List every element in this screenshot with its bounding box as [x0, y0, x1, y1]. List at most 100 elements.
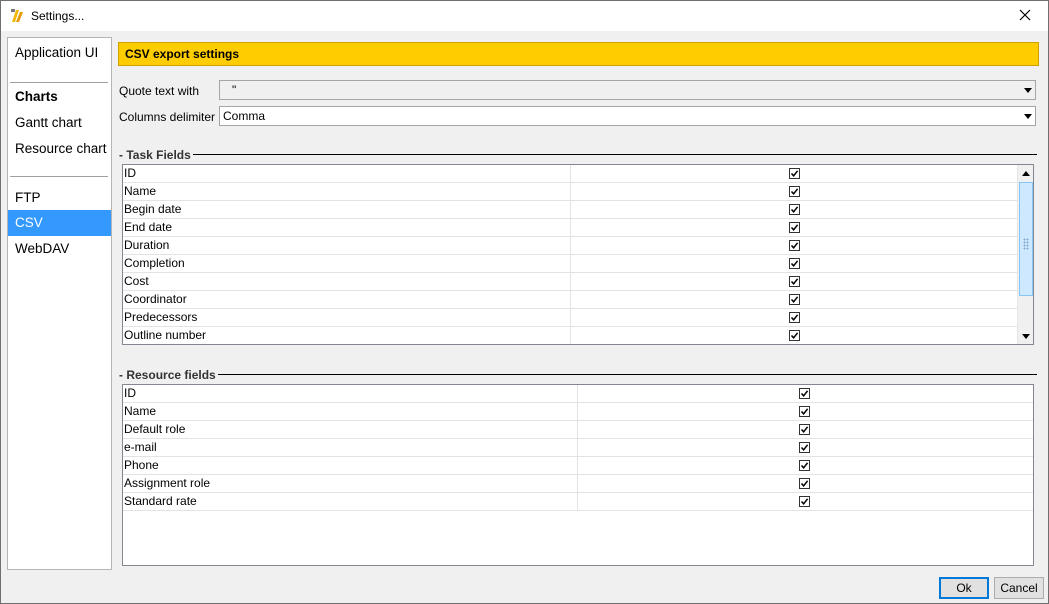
- check-icon: [800, 426, 809, 433]
- table-row: Outline number: [123, 327, 1018, 344]
- column-separator: [570, 309, 571, 326]
- table-row: Completion: [123, 255, 1018, 273]
- close-icon: [1019, 6, 1031, 26]
- scroll-down-button[interactable]: [1018, 328, 1034, 344]
- ok-button[interactable]: Ok: [939, 577, 989, 599]
- check-icon: [790, 332, 799, 339]
- column-separator: [570, 201, 571, 218]
- nav-item-ftp[interactable]: FTP: [8, 185, 111, 211]
- group-divider: [119, 374, 1037, 375]
- field-name: Name: [124, 404, 157, 418]
- table-row: Coordinator: [123, 291, 1018, 309]
- table-row: ID: [123, 385, 1033, 403]
- check-icon: [800, 462, 809, 469]
- delimiter-select[interactable]: Comma: [219, 106, 1036, 126]
- field-name: Standard rate: [124, 494, 197, 508]
- check-icon: [800, 390, 809, 397]
- column-separator: [577, 403, 578, 420]
- app-icon: [10, 8, 24, 23]
- include-checkbox[interactable]: [799, 406, 810, 417]
- table-row: Assignment role: [123, 475, 1033, 493]
- include-checkbox[interactable]: [799, 460, 810, 471]
- check-icon: [800, 480, 809, 487]
- chevron-down-icon: [1024, 114, 1032, 119]
- table-row: Standard rate: [123, 493, 1033, 511]
- nav-item-webdav[interactable]: WebDAV: [8, 236, 111, 262]
- quote-select[interactable]: ": [219, 80, 1036, 100]
- check-icon: [790, 278, 799, 285]
- include-checkbox[interactable]: [789, 240, 800, 251]
- check-icon: [790, 188, 799, 195]
- table-row: e-mail: [123, 439, 1033, 457]
- field-name: Cost: [124, 274, 149, 288]
- include-checkbox[interactable]: [789, 258, 800, 269]
- nav-item-csv[interactable]: CSV: [8, 210, 111, 236]
- column-separator: [570, 327, 571, 344]
- check-icon: [790, 314, 799, 321]
- include-checkbox[interactable]: [799, 496, 810, 507]
- include-checkbox[interactable]: [789, 294, 800, 305]
- resource-fields-title: - Resource fields: [119, 368, 218, 382]
- table-row: Default role: [123, 421, 1033, 439]
- field-name: Completion: [124, 256, 185, 270]
- table-row: Duration: [123, 237, 1018, 255]
- field-name: Coordinator: [124, 292, 187, 306]
- close-button[interactable]: [1002, 1, 1048, 31]
- column-separator: [570, 165, 571, 182]
- delimiter-label: Columns delimiter: [119, 110, 216, 124]
- check-icon: [790, 296, 799, 303]
- field-name: Assignment role: [124, 476, 211, 490]
- title-bar: Settings...: [1, 1, 1048, 31]
- field-name: Predecessors: [124, 310, 198, 324]
- column-separator: [577, 457, 578, 474]
- group-divider: [119, 154, 1037, 155]
- field-name: ID: [124, 166, 136, 180]
- include-checkbox[interactable]: [799, 478, 810, 489]
- scroll-up-button[interactable]: [1018, 165, 1034, 181]
- chevron-down-icon: [1022, 333, 1030, 339]
- check-icon: [790, 170, 799, 177]
- column-separator: [570, 183, 571, 200]
- field-name: Begin date: [124, 202, 182, 216]
- chevron-up-icon: [1022, 170, 1030, 176]
- include-checkbox[interactable]: [789, 204, 800, 215]
- include-checkbox[interactable]: [789, 186, 800, 197]
- column-separator: [570, 273, 571, 290]
- nav-item-charts[interactable]: Charts: [8, 84, 111, 110]
- check-icon: [800, 408, 809, 415]
- settings-window: Settings... Application UI Charts Gantt …: [0, 0, 1049, 604]
- nav-item-gantt-chart[interactable]: Gantt chart: [8, 110, 111, 136]
- include-checkbox[interactable]: [799, 442, 810, 453]
- include-checkbox[interactable]: [799, 424, 810, 435]
- nav-item-resource-chart[interactable]: Resource chart: [8, 136, 111, 162]
- column-separator: [577, 421, 578, 438]
- cancel-button[interactable]: Cancel: [994, 577, 1044, 599]
- resource-fields-grid: ID Name Default role e-mail Phone Assignment …: [122, 384, 1034, 566]
- column-separator: [577, 439, 578, 456]
- table-row: Name: [123, 183, 1018, 201]
- include-checkbox[interactable]: [789, 222, 800, 233]
- field-name: Name: [124, 184, 157, 198]
- include-checkbox[interactable]: [789, 168, 800, 179]
- check-icon: [790, 224, 799, 231]
- task-fields-grid: ID Name Begin date End date Duration Completi…: [122, 164, 1034, 345]
- column-separator: [570, 219, 571, 236]
- check-icon: [790, 260, 799, 267]
- include-checkbox[interactable]: [789, 276, 800, 287]
- include-checkbox[interactable]: [789, 330, 800, 341]
- column-separator: [570, 237, 571, 254]
- check-icon: [800, 498, 809, 505]
- quote-value: ": [232, 83, 237, 97]
- field-name: Default role: [124, 422, 186, 436]
- nav-item-application-ui[interactable]: Application UI: [8, 40, 111, 66]
- column-separator: [577, 475, 578, 492]
- window-title: Settings...: [31, 9, 85, 23]
- column-separator: [570, 291, 571, 308]
- include-checkbox[interactable]: [789, 312, 800, 323]
- nav-divider: [10, 82, 108, 83]
- scroll-thumb[interactable]: [1019, 182, 1033, 296]
- include-checkbox[interactable]: [799, 388, 810, 399]
- table-row: Predecessors: [123, 309, 1018, 327]
- task-grid-scrollbar[interactable]: [1017, 165, 1033, 344]
- chevron-down-icon: [1024, 88, 1032, 93]
